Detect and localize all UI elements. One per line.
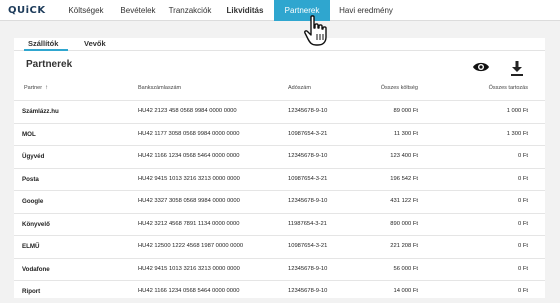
page-title: Partnerek	[26, 59, 73, 70]
column-header-tax[interactable]: Adószám	[288, 85, 311, 91]
cell-partner: Számlázz.hu	[22, 108, 59, 115]
table-row[interactable]: Számlázz.hu HU42 2123 458 0568 9984 0000…	[14, 100, 545, 123]
cell-tax: 10987654-3-21	[288, 130, 328, 137]
cell-partner: MOL	[22, 130, 36, 138]
cell-partner: Posta	[22, 175, 39, 183]
table-row[interactable]: Google HU42 3327 3058 0568 9984 0000 000…	[14, 190, 545, 213]
cell-cost: 56 000 Ft	[393, 265, 419, 272]
cell-account: HU42 9415 1013 3216 3213 0000 0000	[138, 265, 240, 272]
table-row[interactable]: ELMŰ HU42 12500 1222 4568 1987 0000 0000…	[14, 235, 545, 258]
table-row[interactable]: Könyvelő HU42 3212 4568 7891 1134 0000 0…	[14, 212, 545, 236]
nav-item-likviditas[interactable]: Likviditás	[216, 0, 274, 21]
cell-partner: ELMŰ	[22, 243, 40, 250]
cell-account: HU42 2123 458 0568 9984 0000 0000	[138, 108, 237, 114]
tab-vevok[interactable]: Vevők	[84, 39, 106, 48]
column-header-cost[interactable]: Összes költség	[344, 85, 418, 91]
table-row[interactable]: MOL HU42 1177 3058 0568 9984 0000 0000 1…	[14, 122, 545, 146]
cell-account: HU42 1166 1234 0568 5464 0000 0000	[138, 153, 240, 159]
table-row[interactable]: Vodafone HU42 9415 1013 3216 3213 0000 0…	[14, 257, 545, 281]
cell-partner: Vodafone	[22, 265, 50, 273]
cell-tax: 12345678-9-10	[288, 198, 328, 204]
column-header-debt[interactable]: Összes tartozás	[448, 85, 528, 91]
cell-partner: Riport	[22, 288, 41, 295]
cell-account: HU42 3327 3058 0568 9984 0000 0000	[138, 198, 240, 204]
hand-pointer-icon	[304, 15, 327, 46]
cell-debt: 0 Ft	[518, 265, 528, 272]
cell-partner: Könyvelő	[22, 220, 50, 228]
top-navigation: QUiCK Költségek Bevételek Tranzakciók Li…	[0, 0, 560, 21]
partners-panel: Szállítók Vevők Partnerek Partner ↑ Banks…	[14, 38, 545, 298]
cell-tax: 12345678-9-10	[288, 153, 328, 159]
column-header-partner[interactable]: Partner ↑	[24, 85, 48, 91]
cell-account: HU42 12500 1222 4568 1987 0000 0000	[138, 243, 244, 249]
cell-tax: 10987654-3-21	[288, 243, 328, 249]
cell-tax: 12345678-9-10	[288, 265, 328, 272]
cell-cost: 14 000 Ft	[393, 288, 419, 294]
cell-cost: 431 122 Ft	[390, 198, 418, 204]
cell-tax: 12345678-9-10	[288, 108, 328, 114]
table-row[interactable]: Ügyvéd HU42 1166 1234 0568 5464 0000 000…	[14, 145, 545, 168]
cell-cost: 123 400 Ft	[390, 153, 418, 159]
cell-account: HU42 1177 3058 0568 9984 0000 0000	[138, 130, 240, 137]
cell-debt: 1 000 Ft	[506, 108, 528, 114]
nav-item-tranzakciok[interactable]: Tranzakciók	[164, 0, 216, 21]
nav-item-koltsegek[interactable]: Költségek	[60, 0, 112, 21]
nav-item-havi-eredmeny[interactable]: Havi eredmény	[334, 0, 398, 21]
cell-cost: 196 542 Ft	[390, 175, 418, 182]
cell-debt: 1 300 Ft	[506, 130, 528, 137]
active-tab-indicator	[24, 49, 68, 51]
cell-account: HU42 1166 1234 0568 5464 0000 0000	[138, 288, 240, 294]
nav-item-bevetelek[interactable]: Bevételek	[112, 0, 164, 21]
partner-tabs: Szállítók Vevők	[14, 38, 545, 51]
cell-tax: 11987654-3-21	[288, 220, 327, 227]
app-logo[interactable]: QUiCK	[8, 5, 46, 16]
cell-debt: 0 Ft	[518, 198, 528, 204]
cell-partner: Ügyvéd	[22, 153, 45, 160]
cell-cost: 221 208 Ft	[390, 243, 418, 249]
cell-partner: Google	[22, 198, 44, 205]
table-row[interactable]: Posta HU42 9415 1013 3216 3213 0000 0000…	[14, 167, 545, 191]
cell-tax: 12345678-9-10	[288, 288, 328, 294]
cell-tax: 10987654-3-21	[288, 175, 328, 182]
eye-icon[interactable]	[472, 61, 490, 73]
cell-cost: 89 000 Ft	[393, 108, 419, 114]
cell-debt: 0 Ft	[518, 243, 528, 249]
cell-debt: 0 Ft	[518, 288, 528, 294]
column-header-account[interactable]: Bankszámlaszám	[138, 85, 181, 91]
tab-szallitok[interactable]: Szállítók	[28, 39, 58, 48]
table-row[interactable]: Riport HU42 1166 1234 0568 5464 0000 000…	[14, 280, 545, 303]
cell-account: HU42 9415 1013 3216 3213 0000 0000	[138, 175, 240, 182]
cell-debt: 0 Ft	[518, 175, 528, 182]
cell-cost: 890 000 Ft	[390, 220, 418, 227]
column-header-partner-label: Partner	[24, 85, 43, 91]
cell-cost: 11 300 Ft	[393, 130, 418, 137]
download-icon[interactable]	[510, 61, 524, 76]
cell-account: HU42 3212 4568 7891 1134 0000 0000	[138, 220, 240, 227]
sort-arrow-up-icon: ↑	[45, 85, 49, 91]
cell-debt: 0 Ft	[518, 220, 528, 227]
cell-debt: 0 Ft	[518, 153, 528, 159]
